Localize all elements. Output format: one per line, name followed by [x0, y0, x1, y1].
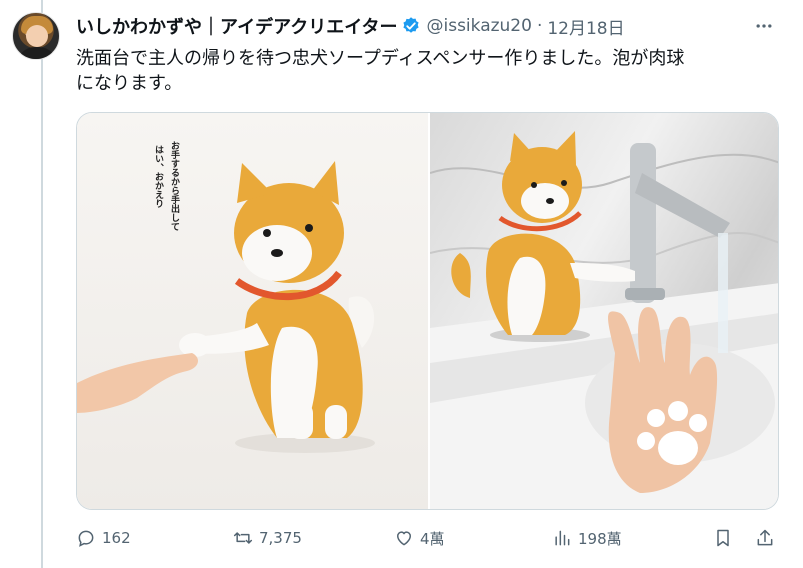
- media-photo-right[interactable]: [430, 113, 778, 509]
- shiba-dispenser-image: [77, 161, 375, 453]
- retweet-action[interactable]: 7,375: [233, 524, 302, 552]
- thread-line: [41, 0, 43, 568]
- like-action[interactable]: 4萬: [394, 524, 445, 552]
- tweet-actions: 162 7,375 4萬 198萬: [76, 524, 779, 552]
- bookmark-button[interactable]: [712, 526, 734, 550]
- tweet-header: いしかわかずや｜アイデアクリエイター @issikazu20 · 12月18日: [76, 12, 625, 40]
- tweet-text: 洗面台で主人の帰りを待つ忠犬ソープディスペンサー作りました。泡が肉球 になります…: [76, 46, 776, 96]
- retweet-count: 7,375: [259, 529, 302, 547]
- views-chart-icon: [555, 530, 570, 546]
- views-count: 198萬: [578, 529, 622, 548]
- media-photo-left[interactable]: お手するから手出して はい、おかえり: [77, 113, 428, 509]
- tweet-text-line1: 洗面台で主人の帰りを待つ忠犬ソープディスペンサー作りました。泡が肉球: [76, 48, 685, 69]
- author-handle[interactable]: @issikazu20: [426, 16, 531, 36]
- verified-badge-icon: [401, 16, 421, 36]
- author-name[interactable]: いしかわかずや｜アイデアクリエイター: [76, 13, 397, 39]
- share-button[interactable]: [754, 526, 776, 550]
- reply-action[interactable]: 162: [76, 524, 131, 552]
- share-icon: [757, 529, 773, 546]
- separator-dot: ·: [536, 16, 543, 36]
- tweet-date[interactable]: 12月18日: [547, 14, 624, 39]
- views-action[interactable]: 198萬: [552, 524, 622, 552]
- reply-icon: [78, 530, 94, 547]
- more-options-icon[interactable]: [752, 16, 776, 36]
- bookmark-icon: [717, 529, 729, 547]
- media-gallery: お手するから手出して はい、おかえり: [76, 112, 779, 510]
- sink-foam-paw-image: [430, 131, 778, 509]
- reply-count: 162: [102, 529, 131, 547]
- tweet-text-line2: になります。: [76, 73, 183, 94]
- retweet-icon: [233, 532, 253, 544]
- avatar[interactable]: [12, 12, 60, 60]
- like-count: 4萬: [420, 529, 445, 548]
- heart-icon: [397, 531, 411, 546]
